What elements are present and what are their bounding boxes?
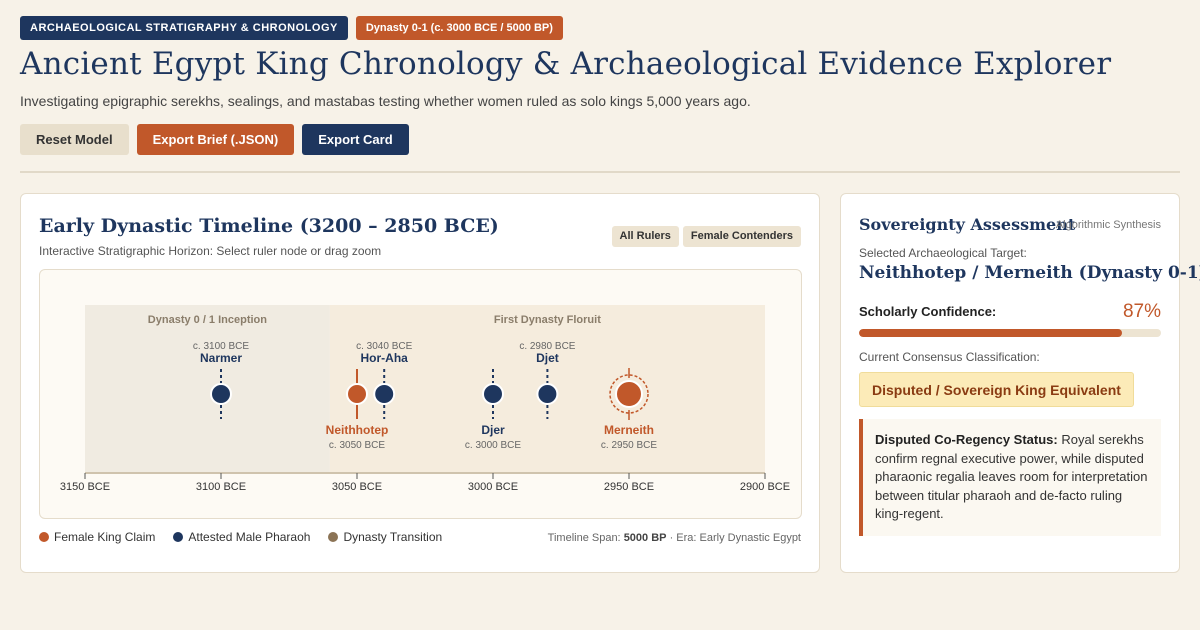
target-label: Selected Archaeological Target:: [859, 246, 1027, 260]
ruler-name-hor-aha: Hor-Aha: [361, 351, 409, 365]
ruler-node-neithhotep[interactable]: [346, 383, 368, 405]
timeline-span-info: Timeline Span: 5000 BP · Era: Early Dyna…: [548, 532, 801, 544]
confidence-bar-fill: [859, 329, 1122, 337]
axis-tick-label: 2900 BCE: [740, 481, 790, 493]
export-card-button[interactable]: Export Card: [302, 124, 409, 155]
span-value: 5000 BP: [623, 532, 667, 544]
era-label: First Dynasty Floruit: [494, 314, 601, 326]
confidence-label: Scholarly Confidence:: [859, 304, 997, 319]
axis-tick-label: 3100 BCE: [196, 481, 246, 493]
classification-label: Current Consensus Classification:: [859, 350, 1040, 364]
reset-model-button[interactable]: Reset Model: [20, 124, 129, 155]
filter-all-rulers[interactable]: All Rulers: [611, 226, 679, 247]
timeline-title: Early Dynastic Timeline (3200 – 2850 BCE…: [39, 215, 499, 237]
ruler-name-djer: Djer: [481, 423, 505, 437]
confidence-value: 87%: [1122, 301, 1161, 322]
classification-badge: Disputed / Sovereign King Equivalent: [859, 372, 1134, 407]
ruler-node-hor-aha[interactable]: [373, 383, 396, 405]
action-bar: Reset Model Export Brief (.JSON) Export …: [20, 124, 409, 155]
selected-target: Neithhotep / Merneith (Dynasty 0-1): [859, 263, 1200, 283]
ruler-name-merneith: Merneith: [604, 423, 654, 437]
legend-male: Attested Male Pharaoh: [173, 530, 310, 544]
axis-tick-label: 3150 BCE: [60, 481, 110, 493]
timeline-plot[interactable]: Dynasty 0 / 1 Inception First Dynasty Flo…: [39, 269, 802, 519]
ruler-node-merneith[interactable]: [615, 380, 643, 408]
ruler-date-neithhotep: c. 3050 BCE: [329, 440, 385, 451]
legend-female-label: Female King Claim: [54, 530, 156, 544]
ruler-name-narmer: Narmer: [200, 351, 242, 365]
co-regency-note: Disputed Co-Regency Status: Royal serekh…: [859, 419, 1161, 536]
span-prefix: Timeline Span:: [547, 532, 621, 544]
era-band: [85, 305, 330, 473]
legend-male-swatch: [173, 532, 184, 542]
legend-male-label: Attested Male Pharaoh: [188, 530, 311, 544]
legend-transition-label: Dynasty Transition: [343, 530, 443, 544]
legend-transition: Dynasty Transition: [328, 530, 442, 544]
legend-female-swatch: [39, 532, 49, 542]
assessment-tag: Algorithmic Synthesis: [1055, 219, 1161, 231]
section-badge: ARCHAEOLOGICAL STRATIGRAPHY & CHRONOLOGY: [20, 16, 348, 40]
confidence-bar: [859, 329, 1161, 337]
timeline-filters: All Rulers Female Contenders: [611, 226, 801, 247]
legend-female: Female King Claim: [39, 530, 155, 544]
export-json-button[interactable]: Export Brief (.JSON): [136, 124, 295, 155]
axis-tick-label: 2950 BCE: [604, 481, 654, 493]
dynasty-badge: Dynasty 0-1 (c. 3000 BCE / 5000 BP): [355, 16, 563, 40]
ruler-date-djer: c. 3000 BCE: [465, 440, 521, 451]
filter-female-contenders[interactable]: Female Contenders: [682, 226, 801, 247]
page-subtitle: Investigating epigraphic serekhs, sealin…: [20, 93, 751, 109]
ruler-node-narmer[interactable]: [210, 383, 232, 405]
header-badges: ARCHAEOLOGICAL STRATIGRAPHY & CHRONOLOGY…: [20, 16, 563, 40]
ruler-name-neithhotep: Neithhotep: [326, 423, 389, 437]
timeline-legend: Female King Claim Attested Male Pharaoh …: [39, 530, 442, 544]
timeline-subtitle: Interactive Stratigraphic Horizon: Selec…: [39, 244, 382, 258]
header-divider: [20, 171, 1180, 173]
era-label: Dynasty 0 / 1 Inception: [148, 314, 267, 326]
note-title: Disputed Co-Regency Status:: [875, 432, 1058, 447]
assessment-title: Sovereignty Assessment: [859, 215, 1076, 234]
ruler-date-merneith: c. 2950 BCE: [601, 440, 657, 451]
axis-tick-label: 3050 BCE: [332, 481, 382, 493]
ruler-node-djer[interactable]: [482, 383, 504, 405]
timeline-svg[interactable]: Dynasty 0 / 1 Inception First Dynasty Flo…: [40, 270, 802, 519]
page-title: Ancient Egypt King Chronology & Archaeol…: [20, 46, 1112, 82]
assessment-panel: Sovereignty Assessment Algorithmic Synth…: [840, 193, 1200, 573]
legend-transition-swatch: [328, 532, 339, 542]
ruler-name-djet: Djet: [536, 351, 559, 365]
ruler-node-djet[interactable]: [536, 383, 559, 405]
axis-tick-label: 3000 BCE: [468, 481, 518, 493]
timeline-panel: Early Dynastic Timeline (3200 – 2850 BCE…: [20, 193, 820, 573]
span-suffix: · Era: Early Dynastic Egypt: [669, 532, 801, 544]
